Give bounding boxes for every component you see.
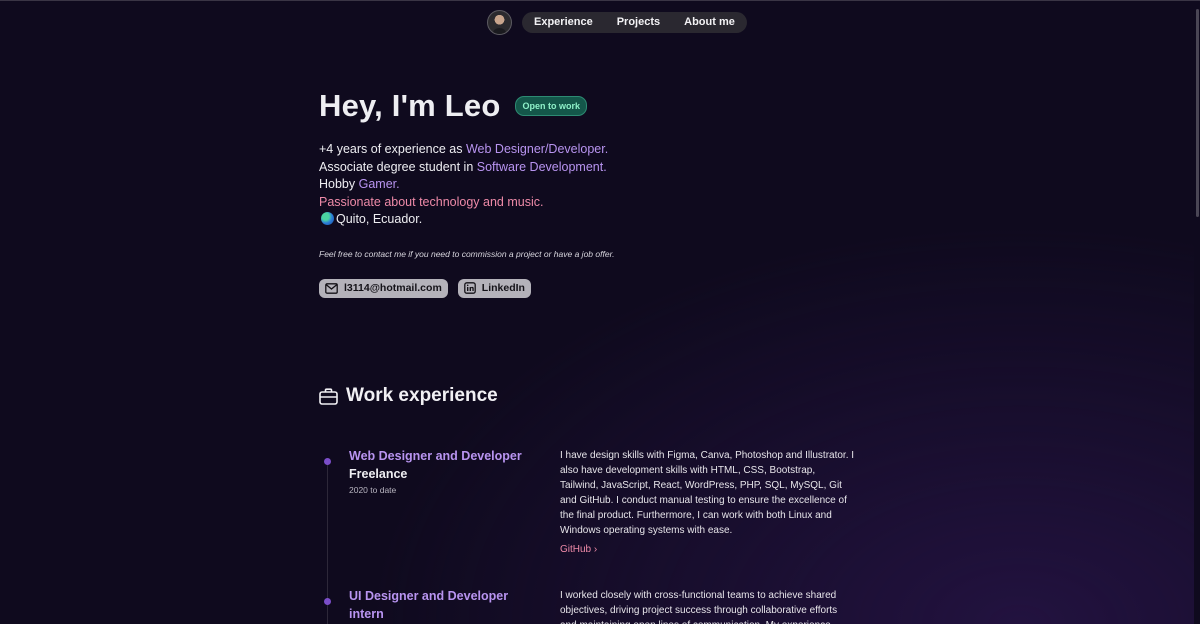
bio-line-hobby: Hobby Gamer.: [319, 176, 879, 194]
linkedin-button[interactable]: LinkedIn: [457, 278, 531, 298]
timeline-dot: [324, 598, 331, 605]
globe-icon: [321, 212, 334, 225]
job-date: 2020 to date: [349, 485, 397, 495]
avatar[interactable]: [487, 10, 512, 35]
bio-line-passion: Passionate about technology and music.: [319, 194, 544, 209]
bio-accent: Web Designer/Developer.: [465, 142, 609, 156]
work-experience-heading: Work experience: [319, 385, 498, 407]
bio-text: Associate degree student in: [319, 159, 477, 174]
nav-link-projects[interactable]: Projects: [611, 12, 666, 33]
job-title: Web Designer and Developer Freelance: [349, 448, 539, 483]
email-button[interactable]: l3114@hotmail.com: [319, 278, 448, 298]
job-title: UI Designer and Developer intern: [349, 588, 524, 623]
hero-section: Hey, I'm Leo Open to work +4 years of ex…: [319, 88, 879, 298]
bio-accent: Software Development.: [476, 159, 607, 174]
nav-pill: Experience Projects About me: [522, 12, 747, 33]
job-company: Freelance: [349, 466, 408, 481]
contact-note: Feel free to contact me if you need to c…: [319, 248, 615, 259]
mail-icon: [325, 282, 338, 294]
page-title: Hey, I'm Leo: [319, 88, 501, 123]
bio-line-experience: +4 years of experience as Web Designer/D…: [319, 141, 879, 159]
location-text: Quito, Ecuador.: [336, 212, 423, 226]
timeline-dot: [324, 458, 331, 465]
work-heading-text: Work experience: [346, 385, 498, 406]
nav-link-experience[interactable]: Experience: [528, 12, 599, 33]
bio-line-location: Quito, Ecuador.: [319, 211, 879, 229]
scroll-thumb[interactable]: [1196, 9, 1199, 217]
bio-text: +4 years of experience as: [319, 142, 466, 156]
linkedin-label: LinkedIn: [481, 282, 525, 294]
status-badge: Open to work: [515, 96, 587, 116]
job-description: I have design skills with Figma, Canva, …: [560, 450, 855, 536]
job-role: UI Designer and Developer intern: [349, 589, 509, 621]
job-description: I worked closely with cross-functional t…: [560, 590, 838, 624]
linkedin-icon: [463, 282, 476, 294]
github-link[interactable]: GitHub ›: [560, 544, 597, 555]
bio-line-education: Associate degree student in Software Dev…: [319, 159, 879, 177]
briefcase-icon: [319, 387, 338, 405]
nav-link-about[interactable]: About me: [678, 12, 741, 33]
bio-accent: Gamer.: [358, 177, 400, 191]
github-link-label: GitHub: [560, 544, 592, 555]
email-label: l3114@hotmail.com: [344, 282, 442, 294]
job-role: Web Designer and Developer: [349, 449, 522, 463]
bio-text: Hobby: [319, 177, 359, 191]
chevron-right-icon: ›: [593, 544, 598, 555]
bio: +4 years of experience as Web Designer/D…: [319, 141, 879, 229]
scrollbar[interactable]: [1194, 1, 1200, 624]
